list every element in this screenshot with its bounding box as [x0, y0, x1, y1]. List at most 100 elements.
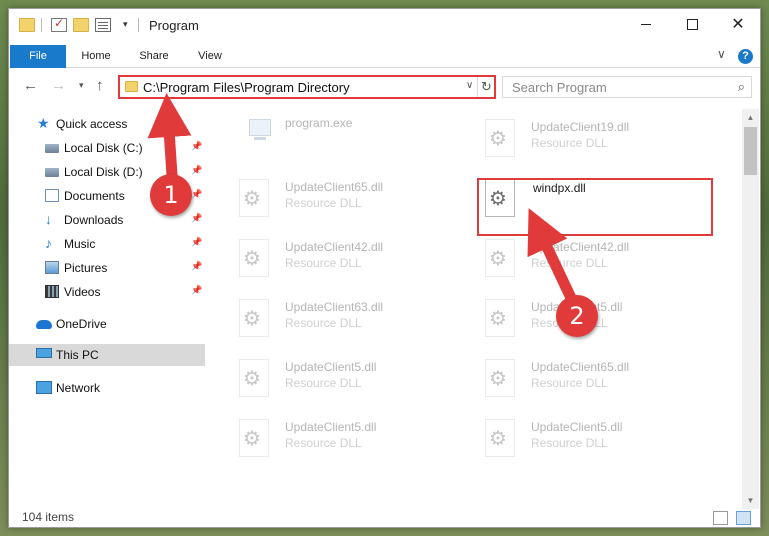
- search-input[interactable]: Search Program: [512, 80, 607, 95]
- sidebar-item-label: Downloads: [64, 213, 124, 227]
- tab-file[interactable]: File: [10, 45, 66, 68]
- file-item[interactable]: ⚙ UpdateClient65.dll Resource DLL: [215, 169, 451, 223]
- sidebar-item-network[interactable]: Network: [9, 377, 205, 399]
- step-1-badge: 1: [150, 174, 192, 216]
- minimize-button[interactable]: [623, 9, 669, 39]
- folder-icon: [19, 18, 35, 32]
- drive-icon: [45, 168, 59, 177]
- file-name: UpdateClient63.dll: [285, 300, 384, 314]
- new-folder-icon[interactable]: [73, 18, 89, 32]
- sidebar-item-label: Videos: [64, 285, 101, 299]
- network-icon: [36, 381, 52, 394]
- title-bar: ▾ Program ✕: [9, 9, 760, 41]
- dll-gear-icon: ⚙: [239, 299, 269, 337]
- pin-icon[interactable]: 📌: [191, 237, 202, 248]
- sidebar-item-quick-access[interactable]: ★ Quick access: [9, 113, 205, 135]
- file-item[interactable]: ⚙ UpdateClient19.dll Resource DLL: [461, 109, 697, 163]
- navigation-bar: ← → ▾ ↑ C:\Program Files\Program Directo…: [9, 69, 760, 103]
- sidebar-item-local-disk-c[interactable]: Local Disk (C:) 📌: [9, 137, 205, 159]
- search-box[interactable]: Search Program ⌕: [502, 76, 752, 98]
- application-icon: [247, 117, 273, 143]
- sidebar-item-this-pc[interactable]: This PC: [9, 344, 205, 366]
- file-type: Resource DLL: [531, 256, 608, 270]
- dll-gear-icon: ⚙: [239, 239, 269, 277]
- file-item[interactable]: ⚙ UpdateClient65.dll Resource DLL: [461, 349, 697, 403]
- scroll-down-arrow-icon[interactable]: ▼: [742, 492, 759, 509]
- file-type: Resource DLL: [285, 316, 362, 330]
- sidebar-item-label: Pictures: [64, 261, 108, 275]
- close-button[interactable]: ✕: [715, 9, 761, 39]
- toolbar-divider: [41, 18, 42, 32]
- maximize-button[interactable]: [669, 9, 715, 39]
- file-name: UpdateClient5.dll: [285, 360, 377, 374]
- highlight-box: [477, 178, 713, 236]
- file-item[interactable]: ⚙ UpdateClient63.dll Resource DLL: [215, 289, 451, 343]
- dll-gear-icon: ⚙: [485, 299, 515, 337]
- address-path[interactable]: C:\Program Files\Program Directory: [143, 80, 350, 95]
- properties-icon[interactable]: [95, 18, 111, 32]
- tab-view[interactable]: View: [185, 45, 235, 68]
- pin-icon[interactable]: 📌: [191, 165, 202, 176]
- pin-icon[interactable]: 📌: [191, 285, 202, 296]
- navigation-pane: ★ Quick access Local Disk (C:) 📌 Local D…: [9, 109, 205, 509]
- file-item[interactable]: ⚙ UpdateClient5.dll Resource DLL: [215, 349, 451, 403]
- up-arrow-icon[interactable]: ↑: [96, 77, 104, 94]
- scroll-up-arrow-icon[interactable]: ▲: [742, 109, 759, 126]
- sidebar-item-label: OneDrive: [56, 317, 107, 331]
- recent-locations-caret-icon[interactable]: ▾: [79, 80, 84, 91]
- step-2-badge: 2: [556, 295, 598, 337]
- customize-toolbar-caret-icon[interactable]: ▾: [123, 19, 128, 30]
- sidebar-item-onedrive[interactable]: OneDrive: [9, 313, 205, 335]
- file-type: Resource DLL: [285, 196, 362, 210]
- download-arrow-icon: ↓: [45, 211, 52, 227]
- checkmark-icon[interactable]: [51, 16, 67, 32]
- help-icon[interactable]: ?: [738, 49, 753, 64]
- file-type: Resource DLL: [285, 436, 362, 450]
- cloud-icon: [36, 320, 52, 329]
- file-name: UpdateClient42.dll: [531, 240, 630, 254]
- dll-gear-icon: ⚙: [239, 359, 269, 397]
- scroll-thumb[interactable]: [744, 127, 757, 175]
- pin-icon[interactable]: 📌: [191, 261, 202, 272]
- sidebar-item-pictures[interactable]: Pictures 📌: [9, 257, 205, 279]
- file-name: UpdateClient65.dll: [531, 360, 630, 374]
- file-type: Resource DLL: [531, 136, 608, 150]
- vertical-scrollbar[interactable]: ▲ ▼: [742, 109, 759, 509]
- window-title: Program: [149, 18, 199, 33]
- file-type: Resource DLL: [531, 376, 608, 390]
- sidebar-item-label: Network: [56, 381, 101, 395]
- item-count: 104 items: [22, 510, 75, 524]
- sidebar-item-label: Local Disk (C:): [64, 141, 143, 155]
- sidebar-item-label: Documents: [64, 189, 125, 203]
- computer-icon: [36, 348, 52, 358]
- large-icons-view-icon[interactable]: [736, 511, 751, 525]
- file-item[interactable]: ⚙ UpdateClient5.dll Resource DLL: [461, 409, 697, 463]
- expand-ribbon-icon[interactable]: ∨: [717, 47, 726, 61]
- dll-gear-icon: ⚙: [239, 419, 269, 457]
- drive-icon: [45, 144, 59, 153]
- file-item[interactable]: ⚙ UpdateClient5.dll Resource DLL: [215, 409, 451, 463]
- file-type: Resource DLL: [531, 436, 608, 450]
- pin-icon[interactable]: 📌: [191, 141, 202, 152]
- forward-arrow-icon[interactable]: →: [51, 77, 66, 94]
- file-type: Resource DLL: [285, 376, 362, 390]
- file-item[interactable]: ⚙ UpdateClient42.dll Resource DLL: [215, 229, 451, 283]
- sidebar-item-label: This PC: [56, 348, 99, 362]
- address-bar[interactable]: C:\Program Files\Program Directory ∨ ↻: [118, 75, 496, 99]
- status-bar: 104 items: [9, 509, 760, 529]
- pin-icon[interactable]: 📌: [191, 189, 202, 200]
- details-view-icon[interactable]: [713, 511, 728, 525]
- address-dropdown-icon[interactable]: ∨: [466, 80, 473, 91]
- pin-icon[interactable]: 📌: [191, 213, 202, 224]
- tab-home[interactable]: Home: [71, 45, 121, 68]
- file-item[interactable]: ⚙ UpdateClient42.dll Resource DLL: [461, 229, 697, 283]
- sidebar-item-label: Local Disk (D:): [64, 165, 143, 179]
- file-item-program-exe[interactable]: program.exe: [215, 109, 451, 163]
- sidebar-item-videos[interactable]: Videos 📌: [9, 281, 205, 303]
- explorer-window: ▾ Program ✕ File Home Share View ∨ ? ← →…: [8, 8, 761, 528]
- tab-share[interactable]: Share: [129, 45, 179, 68]
- search-icon[interactable]: ⌕: [738, 79, 745, 95]
- refresh-icon[interactable]: ↻: [477, 77, 495, 97]
- sidebar-item-music[interactable]: ♪ Music 📌: [9, 233, 205, 255]
- back-arrow-icon[interactable]: ←: [23, 77, 38, 94]
